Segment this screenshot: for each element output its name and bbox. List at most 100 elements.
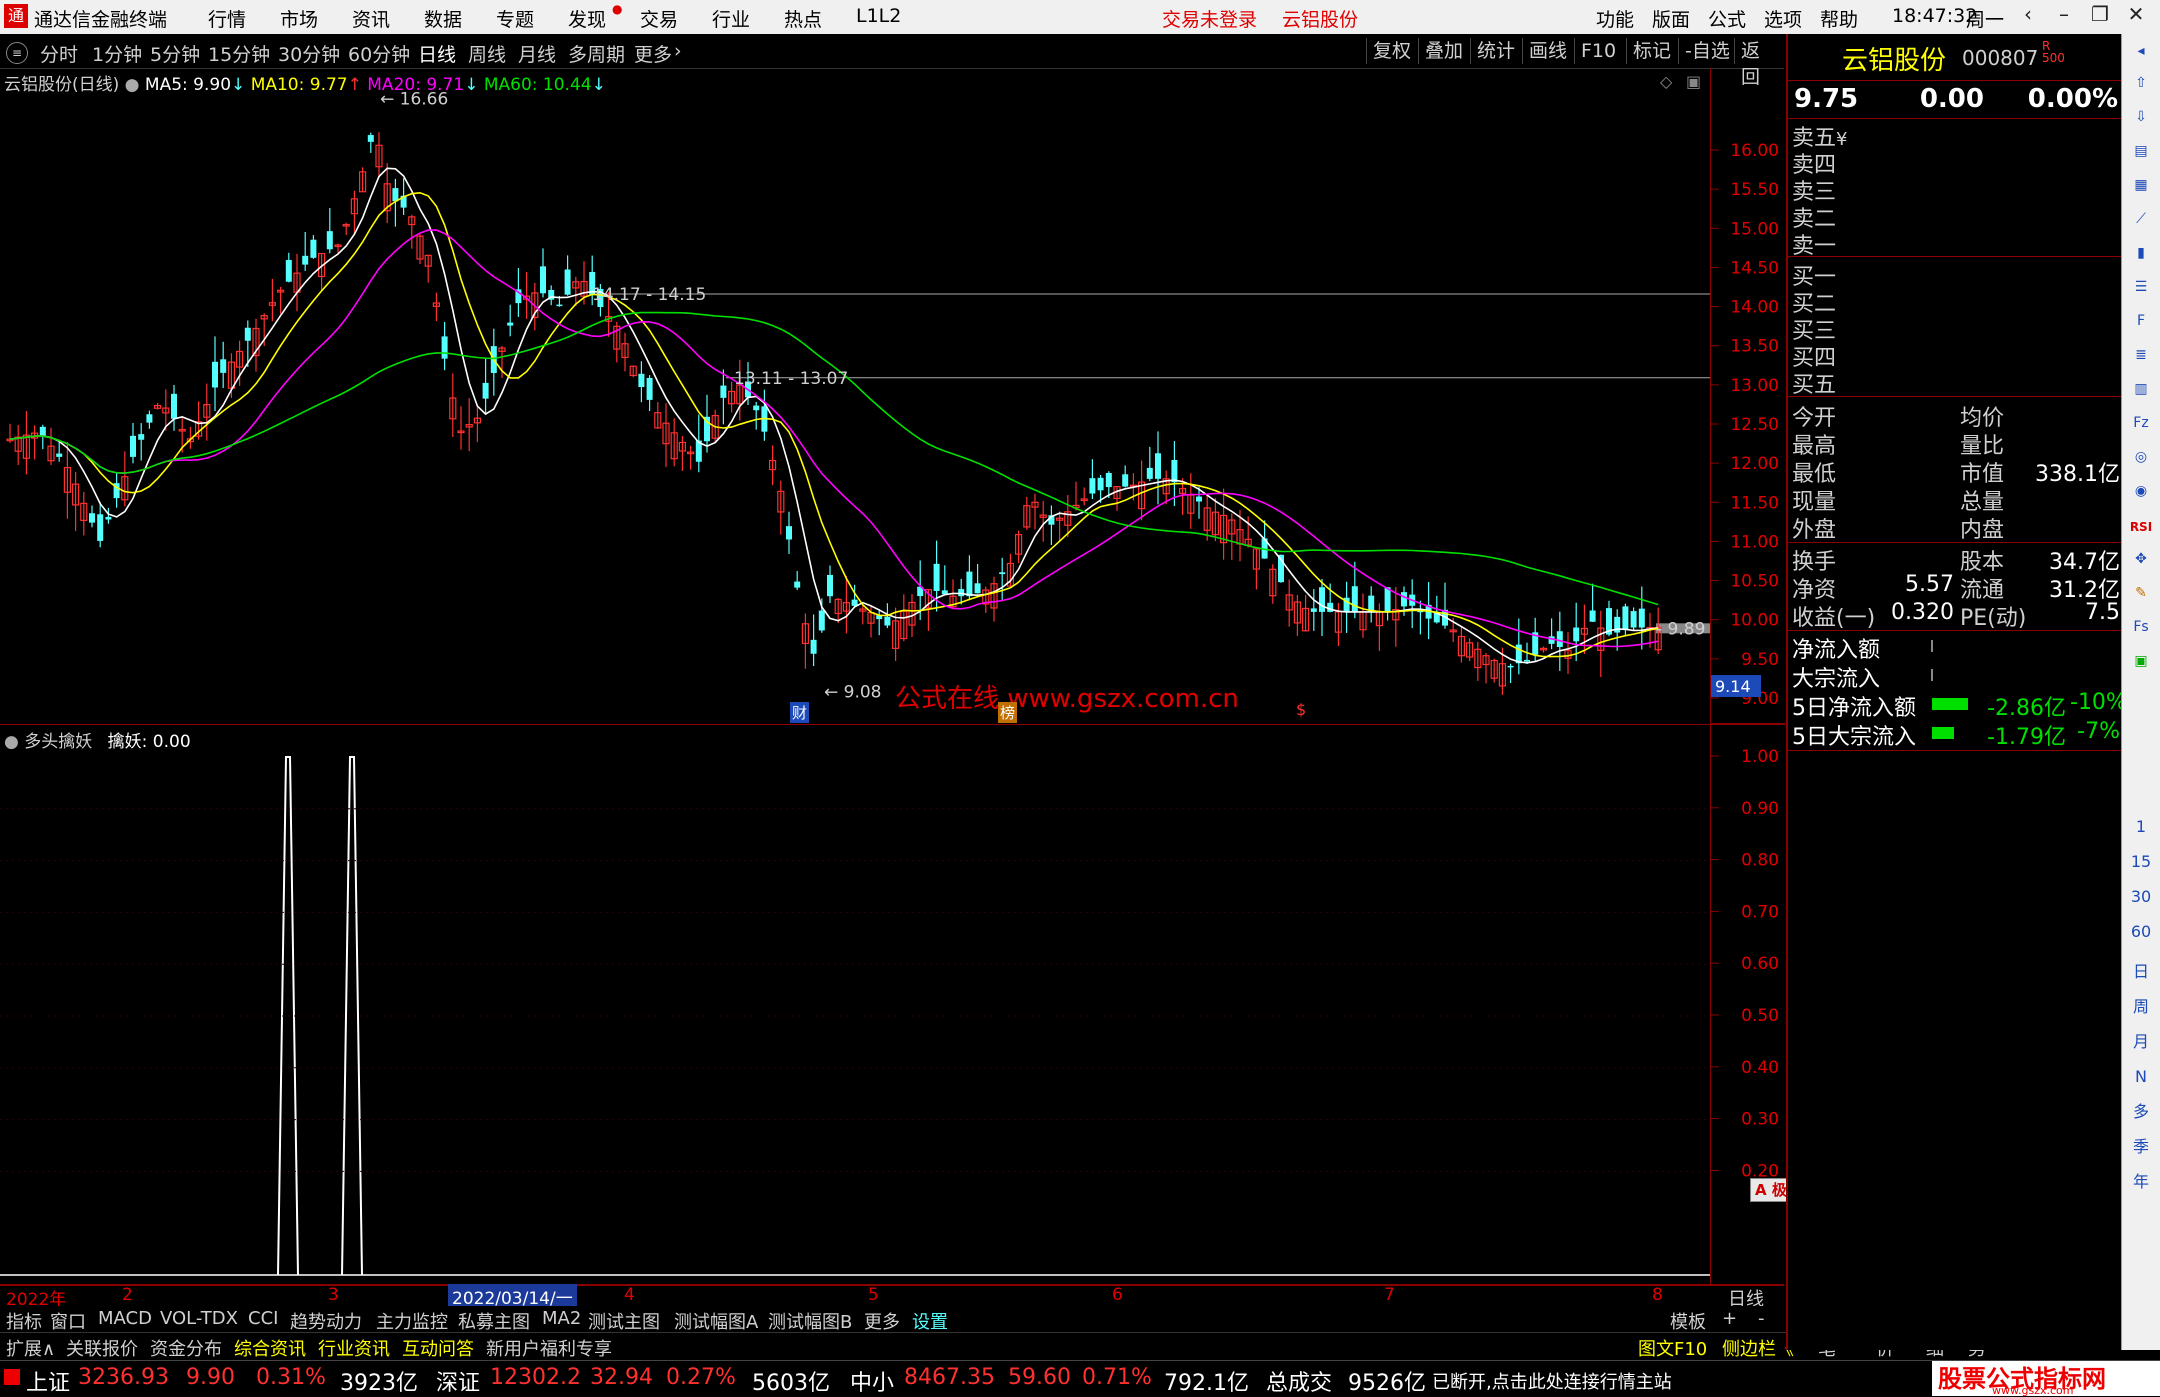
btn-back[interactable]: 返回	[1734, 38, 1784, 88]
btn-draw[interactable]: 画线	[1522, 38, 1573, 64]
btn-mark[interactable]: 标记	[1626, 38, 1677, 64]
period-shortcut[interactable]: 周	[2128, 994, 2154, 1020]
kline-chart[interactable]: 云铝股份(日线) ● MA5: 9.90↓ MA10: 9.77↑ MA20: …	[0, 68, 1710, 724]
period-shortcut[interactable]: 15	[2128, 849, 2154, 875]
menu-trade[interactable]: 交易	[640, 5, 678, 32]
tab-more-indicators[interactable]: 更多	[864, 1308, 900, 1334]
restore-icon[interactable]: ❐	[2082, 2, 2118, 32]
sh-name[interactable]: 上证	[26, 1365, 70, 1397]
period-shortcut[interactable]: 月	[2128, 1029, 2154, 1055]
tab-15min[interactable]: 15分钟	[208, 40, 270, 67]
btn-stats[interactable]: 统计	[1470, 38, 1521, 64]
tab-indicators[interactable]: 指标	[6, 1308, 42, 1334]
btn-f10-graphic[interactable]: 图文F10	[1638, 1335, 1707, 1361]
stock-info-icon[interactable]: ▤	[2128, 138, 2154, 164]
tab-more[interactable]: 更多	[634, 40, 672, 67]
tab-monthly[interactable]: 月线	[518, 40, 556, 67]
btn-add-pane[interactable]: +	[1722, 1308, 1737, 1329]
back-icon[interactable]: ‹	[2010, 2, 2046, 32]
menu-hot[interactable]: 热点	[784, 5, 822, 32]
login-status[interactable]: 交易未登录	[1162, 5, 1257, 32]
connection-message[interactable]: 已断开,点击此处连接行情主站	[1432, 1368, 1672, 1394]
tab-cci[interactable]: CCI	[248, 1308, 278, 1329]
news-icon[interactable]: ☰	[2128, 274, 2154, 300]
arrow-up-icon[interactable]: ⇧	[2128, 70, 2154, 96]
tab-daily[interactable]: 日线	[418, 40, 456, 67]
circle-icon[interactable]: ◉	[2128, 478, 2154, 504]
kline-icon[interactable]: ▮	[2128, 240, 2154, 266]
tab-trend-power[interactable]: 趋势动力	[290, 1308, 362, 1334]
menu-industry[interactable]: 行业	[712, 5, 750, 32]
menu-market[interactable]: 市场	[280, 5, 318, 32]
menu-topics[interactable]: 专题	[496, 5, 534, 32]
indicator-chart[interactable]: ● 多头擒妖 擒妖: 0.00	[0, 724, 1710, 1285]
tab-settings[interactable]: 设置	[912, 1308, 948, 1334]
image-icon[interactable]: ▣	[2128, 648, 2154, 674]
menu-data[interactable]: 数据	[424, 5, 462, 32]
tab-minute[interactable]: 分时	[40, 40, 78, 67]
tab-new-user-benefit[interactable]: 新用户福利专享	[486, 1335, 612, 1361]
period-shortcut[interactable]: 日	[2128, 959, 2154, 985]
menu-options[interactable]: 选项	[1764, 5, 1802, 32]
period-shortcut[interactable]: 季	[2128, 1134, 2154, 1160]
table-icon[interactable]: ▦	[2128, 172, 2154, 198]
btn-adjust[interactable]: 复权	[1366, 38, 1417, 64]
tab-30min[interactable]: 30分钟	[278, 40, 340, 67]
tab-expand[interactable]: 扩展∧	[6, 1335, 55, 1361]
menu-layout[interactable]: 版面	[1652, 5, 1690, 32]
tab-main-monitor[interactable]: 主力监控	[376, 1308, 448, 1334]
zx-name[interactable]: 中小	[850, 1365, 894, 1397]
tab-general-news[interactable]: 综合资讯	[234, 1335, 306, 1361]
minimize-icon[interactable]: –	[2046, 2, 2082, 32]
menu-quotes[interactable]: 行情	[208, 5, 246, 32]
period-shortcut[interactable]: 年	[2128, 1169, 2154, 1195]
menu-l1l2[interactable]: L1L2	[856, 5, 901, 27]
btn-sidebar[interactable]: 侧边栏《	[1722, 1335, 1794, 1361]
line-chart-icon[interactable]: ⟋	[2128, 206, 2154, 232]
close-icon[interactable]: ✕	[2118, 2, 2154, 32]
menu-help[interactable]: 帮助	[1820, 5, 1858, 32]
badge-rank[interactable]: 榜	[998, 702, 1018, 723]
chevron-right-icon[interactable]: ›	[674, 40, 682, 62]
btn-remove-pane[interactable]: -	[1758, 1308, 1765, 1329]
fz-icon[interactable]: Fz	[2128, 410, 2154, 436]
menu-function[interactable]: 功能	[1596, 5, 1634, 32]
tab-multi-period[interactable]: 多周期	[568, 40, 625, 67]
tab-5min[interactable]: 5分钟	[150, 40, 200, 67]
tab-weekly[interactable]: 周线	[468, 40, 506, 67]
compare-icon[interactable]: ◎	[2128, 444, 2154, 470]
tab-test-b[interactable]: 测试幅图B	[768, 1308, 852, 1334]
btn-remove-favorite[interactable]: -自选	[1678, 38, 1736, 64]
arrow-down-icon[interactable]: ⇩	[2128, 104, 2154, 130]
move-icon[interactable]: ✥	[2128, 546, 2154, 572]
sz-name[interactable]: 深证	[436, 1365, 480, 1397]
period-shortcut[interactable]: 30	[2128, 884, 2154, 910]
btn-template[interactable]: 模板	[1670, 1308, 1706, 1334]
tab-qa[interactable]: 互动问答	[402, 1335, 474, 1361]
tab-test-main[interactable]: 测试主图	[588, 1308, 660, 1334]
fs-icon[interactable]: Fs	[2128, 614, 2154, 640]
tab-vol-tdx[interactable]: VOL-TDX	[160, 1308, 238, 1329]
tab-1min[interactable]: 1分钟	[92, 40, 142, 67]
tab-private-main[interactable]: 私募主图	[458, 1308, 530, 1334]
list-icon[interactable]: ≣	[2128, 342, 2154, 368]
calendar-icon[interactable]: ▥	[2128, 376, 2154, 402]
tab-related-quotes[interactable]: 关联报价	[66, 1335, 138, 1361]
bid5-label[interactable]: 买五	[1792, 367, 1836, 399]
menu-formula[interactable]: 公式	[1708, 5, 1746, 32]
tab-fund-distribution[interactable]: 资金分布	[150, 1335, 222, 1361]
period-shortcut[interactable]: 60	[2128, 919, 2154, 945]
btn-overlay[interactable]: 叠加	[1418, 38, 1469, 64]
tab-test-a[interactable]: 测试幅图A	[674, 1308, 758, 1334]
pencil-icon[interactable]: ✎	[2128, 580, 2154, 606]
tab-industry-news[interactable]: 行业资讯	[318, 1335, 390, 1361]
tab-window[interactable]: 窗口	[50, 1308, 86, 1334]
tab-60min[interactable]: 60分钟	[348, 40, 410, 67]
menu-circle-icon[interactable]: ≡	[6, 42, 28, 64]
f10-icon[interactable]: F	[2128, 308, 2154, 334]
badge-finance[interactable]: 财	[790, 702, 810, 723]
tab-ma2[interactable]: MA2	[542, 1308, 581, 1329]
menu-discover[interactable]: 发现	[568, 5, 606, 32]
menu-news[interactable]: 资讯	[352, 5, 390, 32]
period-shortcut[interactable]: 多	[2128, 1099, 2154, 1125]
